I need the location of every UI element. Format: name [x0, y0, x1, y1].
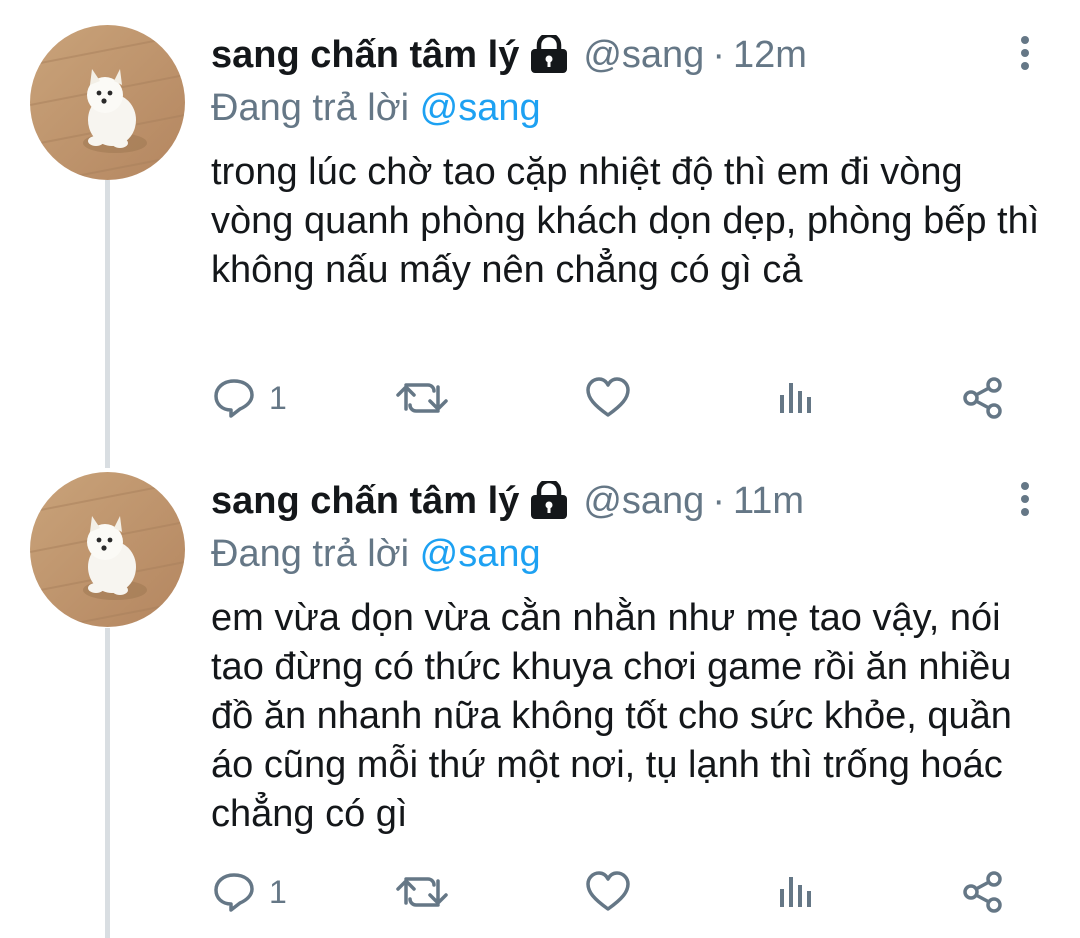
separator-dot: ·: [712, 33, 725, 76]
user-handle[interactable]: @sang: [583, 34, 704, 77]
replying-to: Đang trả lời @sang: [211, 528, 1040, 580]
analytics-icon: [780, 877, 811, 907]
analytics-button[interactable]: [776, 864, 816, 920]
replying-handle-link[interactable]: @sang: [420, 533, 541, 575]
display-name[interactable]: sang chấn tâm lý: [211, 480, 519, 523]
replying-handle-link[interactable]: @sang: [420, 87, 541, 129]
share-icon: [963, 377, 1002, 419]
more-vertical-icon[interactable]: [1010, 30, 1040, 80]
tweet-actions: 1: [211, 370, 1011, 426]
tweet-header: sang chấn tâm lý @sang · 12m: [211, 30, 1040, 80]
display-name[interactable]: sang chấn tâm lý: [211, 34, 519, 77]
more-vertical-icon[interactable]: [1010, 476, 1040, 526]
replying-prefix: Đang trả lời: [211, 533, 410, 575]
reply-button[interactable]: 1: [211, 370, 287, 426]
tweet-text: trong lúc chờ tao cặp nhiệt độ thì em đi…: [211, 151, 1040, 291]
timestamp[interactable]: 11m: [733, 480, 804, 523]
reply-button[interactable]: 1: [211, 864, 287, 920]
analytics-icon: [780, 383, 811, 413]
reply-count: 1: [269, 379, 287, 416]
heart-icon: [586, 871, 630, 911]
lock-icon: [531, 481, 568, 519]
avatar[interactable]: [30, 472, 185, 627]
share-icon: [963, 871, 1002, 913]
replying-to: Đang trả lời @sang: [211, 82, 1040, 134]
avatar-dog-image: [30, 472, 185, 627]
tweet-header: sang chấn tâm lý @sang · 11m: [211, 476, 1040, 526]
timestamp[interactable]: 12m: [733, 34, 807, 77]
tweet[interactable]: sang chấn tâm lý @sang · 11m Đang trả lờ…: [0, 448, 1080, 938]
reply-icon: [214, 379, 254, 418]
tweet-actions: 1: [211, 864, 1011, 920]
retweet-button[interactable]: [394, 864, 450, 920]
retweet-button[interactable]: [394, 370, 450, 426]
share-button[interactable]: [961, 864, 1005, 920]
reply-icon: [214, 873, 254, 912]
tweet[interactable]: sang chấn tâm lý @sang · 12m Đang trả lờ…: [0, 0, 1080, 460]
avatar[interactable]: [30, 25, 185, 180]
reply-count: 1: [269, 873, 287, 910]
avatar-dog-image: [30, 25, 185, 180]
analytics-button[interactable]: [776, 370, 816, 426]
like-button[interactable]: [584, 864, 632, 920]
like-button[interactable]: [584, 370, 632, 426]
heart-icon: [586, 377, 630, 417]
lock-icon: [531, 35, 568, 73]
separator-dot: ·: [712, 479, 725, 522]
replying-prefix: Đang trả lời: [211, 87, 410, 129]
retweet-icon: [396, 383, 448, 413]
retweet-icon: [396, 877, 448, 907]
share-button[interactable]: [961, 370, 1005, 426]
user-handle[interactable]: @sang: [583, 480, 704, 523]
tweet-text: em vừa dọn vừa cằn nhằn như mẹ tao vậy, …: [211, 597, 1012, 835]
